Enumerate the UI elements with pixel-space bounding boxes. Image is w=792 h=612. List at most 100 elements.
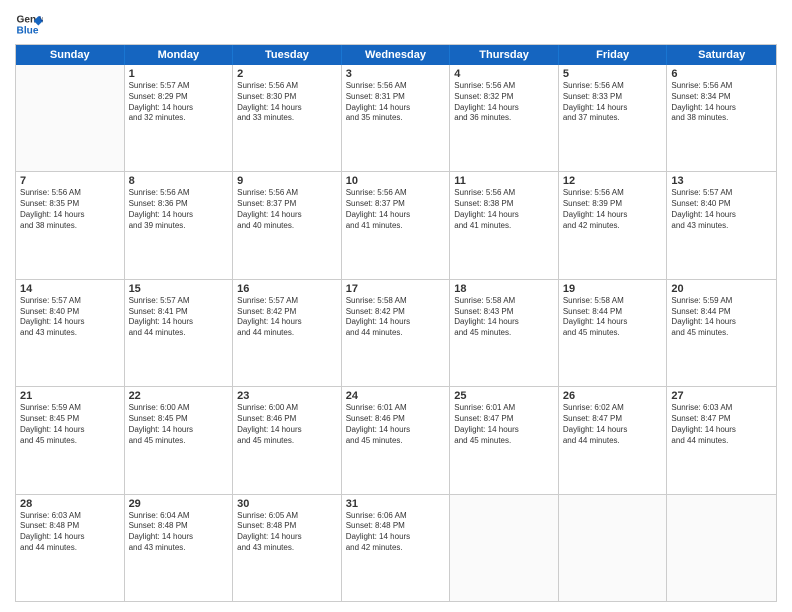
- day-number: 28: [20, 498, 120, 510]
- calendar-row-2: 14Sunrise: 5:57 AMSunset: 8:40 PMDayligh…: [16, 280, 776, 387]
- cell-line: Sunrise: 6:01 AM: [346, 403, 446, 414]
- cell-line: Sunset: 8:32 PM: [454, 92, 554, 103]
- cell-line: Sunrise: 5:56 AM: [346, 188, 446, 199]
- calendar-cell: 7Sunrise: 5:56 AMSunset: 8:35 PMDaylight…: [16, 172, 125, 278]
- day-number: 10: [346, 175, 446, 187]
- cell-line: and 43 minutes.: [129, 543, 229, 554]
- day-number: 20: [671, 283, 772, 295]
- cell-line: Sunrise: 5:56 AM: [563, 188, 663, 199]
- calendar-row-3: 21Sunrise: 5:59 AMSunset: 8:45 PMDayligh…: [16, 387, 776, 494]
- calendar-cell: 3Sunrise: 5:56 AMSunset: 8:31 PMDaylight…: [342, 65, 451, 171]
- cell-line: Sunset: 8:39 PM: [563, 199, 663, 210]
- day-number: 9: [237, 175, 337, 187]
- calendar-cell: 24Sunrise: 6:01 AMSunset: 8:46 PMDayligh…: [342, 387, 451, 493]
- cell-line: Daylight: 14 hours: [346, 317, 446, 328]
- cell-line: Daylight: 14 hours: [346, 425, 446, 436]
- cell-line: Sunrise: 5:57 AM: [129, 296, 229, 307]
- cell-line: Sunrise: 6:03 AM: [20, 511, 120, 522]
- calendar-cell: 9Sunrise: 5:56 AMSunset: 8:37 PMDaylight…: [233, 172, 342, 278]
- cell-line: Daylight: 14 hours: [346, 532, 446, 543]
- cell-line: Sunset: 8:31 PM: [346, 92, 446, 103]
- cell-line: Sunset: 8:47 PM: [454, 414, 554, 425]
- cell-line: and 43 minutes.: [20, 328, 120, 339]
- cell-line: Sunset: 8:42 PM: [346, 307, 446, 318]
- cell-line: Sunset: 8:45 PM: [20, 414, 120, 425]
- calendar-body: 1Sunrise: 5:57 AMSunset: 8:29 PMDaylight…: [16, 65, 776, 601]
- day-number: 11: [454, 175, 554, 187]
- cell-line: Sunset: 8:43 PM: [454, 307, 554, 318]
- header-day-friday: Friday: [559, 45, 668, 65]
- cell-line: Sunrise: 5:56 AM: [237, 81, 337, 92]
- cell-line: and 44 minutes.: [671, 436, 772, 447]
- cell-line: Daylight: 14 hours: [454, 103, 554, 114]
- cell-line: Sunset: 8:30 PM: [237, 92, 337, 103]
- cell-line: Sunrise: 6:06 AM: [346, 511, 446, 522]
- cell-line: and 44 minutes.: [20, 543, 120, 554]
- header-day-wednesday: Wednesday: [342, 45, 451, 65]
- day-number: 31: [346, 498, 446, 510]
- logo: General Blue: [15, 10, 43, 38]
- cell-line: Daylight: 14 hours: [129, 210, 229, 221]
- cell-line: Sunrise: 5:57 AM: [671, 188, 772, 199]
- cell-line: Daylight: 14 hours: [237, 425, 337, 436]
- cell-line: Daylight: 14 hours: [129, 532, 229, 543]
- cell-line: and 42 minutes.: [563, 221, 663, 232]
- calendar-cell: 12Sunrise: 5:56 AMSunset: 8:39 PMDayligh…: [559, 172, 668, 278]
- cell-line: Sunrise: 5:58 AM: [563, 296, 663, 307]
- cell-line: and 36 minutes.: [454, 113, 554, 124]
- cell-line: and 45 minutes.: [20, 436, 120, 447]
- cell-line: Sunset: 8:47 PM: [671, 414, 772, 425]
- cell-line: and 45 minutes.: [454, 436, 554, 447]
- cell-line: Daylight: 14 hours: [20, 425, 120, 436]
- cell-line: and 37 minutes.: [563, 113, 663, 124]
- calendar-cell: 30Sunrise: 6:05 AMSunset: 8:48 PMDayligh…: [233, 495, 342, 601]
- calendar-cell: 17Sunrise: 5:58 AMSunset: 8:42 PMDayligh…: [342, 280, 451, 386]
- cell-line: Sunrise: 5:59 AM: [671, 296, 772, 307]
- calendar-cell: 21Sunrise: 5:59 AMSunset: 8:45 PMDayligh…: [16, 387, 125, 493]
- day-number: 13: [671, 175, 772, 187]
- calendar-row-0: 1Sunrise: 5:57 AMSunset: 8:29 PMDaylight…: [16, 65, 776, 172]
- calendar-row-1: 7Sunrise: 5:56 AMSunset: 8:35 PMDaylight…: [16, 172, 776, 279]
- cell-line: and 43 minutes.: [671, 221, 772, 232]
- cell-line: Sunrise: 5:59 AM: [20, 403, 120, 414]
- cell-line: and 40 minutes.: [237, 221, 337, 232]
- cell-line: Sunset: 8:34 PM: [671, 92, 772, 103]
- cell-line: Daylight: 14 hours: [563, 317, 663, 328]
- day-number: 16: [237, 283, 337, 295]
- day-number: 17: [346, 283, 446, 295]
- cell-line: Sunrise: 5:56 AM: [563, 81, 663, 92]
- cell-line: Daylight: 14 hours: [20, 210, 120, 221]
- day-number: 22: [129, 390, 229, 402]
- calendar-cell: 19Sunrise: 5:58 AMSunset: 8:44 PMDayligh…: [559, 280, 668, 386]
- cell-line: Sunrise: 6:01 AM: [454, 403, 554, 414]
- cell-line: Sunset: 8:48 PM: [129, 521, 229, 532]
- cell-line: Sunrise: 5:57 AM: [237, 296, 337, 307]
- header-day-tuesday: Tuesday: [233, 45, 342, 65]
- cell-line: Sunset: 8:40 PM: [20, 307, 120, 318]
- header-day-thursday: Thursday: [450, 45, 559, 65]
- header-day-monday: Monday: [125, 45, 234, 65]
- calendar-cell: 23Sunrise: 6:00 AMSunset: 8:46 PMDayligh…: [233, 387, 342, 493]
- cell-line: Sunset: 8:44 PM: [671, 307, 772, 318]
- calendar-cell: 6Sunrise: 5:56 AMSunset: 8:34 PMDaylight…: [667, 65, 776, 171]
- cell-line: Daylight: 14 hours: [563, 103, 663, 114]
- cell-line: Daylight: 14 hours: [563, 210, 663, 221]
- cell-line: Sunrise: 5:57 AM: [129, 81, 229, 92]
- cell-line: and 44 minutes.: [563, 436, 663, 447]
- calendar-row-4: 28Sunrise: 6:03 AMSunset: 8:48 PMDayligh…: [16, 495, 776, 601]
- cell-line: Daylight: 14 hours: [237, 103, 337, 114]
- cell-line: and 39 minutes.: [129, 221, 229, 232]
- header-day-saturday: Saturday: [667, 45, 776, 65]
- cell-line: Daylight: 14 hours: [671, 103, 772, 114]
- day-number: 24: [346, 390, 446, 402]
- calendar-cell: [16, 65, 125, 171]
- day-number: 8: [129, 175, 229, 187]
- calendar-cell: 31Sunrise: 6:06 AMSunset: 8:48 PMDayligh…: [342, 495, 451, 601]
- cell-line: and 42 minutes.: [346, 543, 446, 554]
- cell-line: Sunset: 8:48 PM: [20, 521, 120, 532]
- cell-line: Sunrise: 5:56 AM: [20, 188, 120, 199]
- cell-line: Daylight: 14 hours: [20, 317, 120, 328]
- day-number: 21: [20, 390, 120, 402]
- calendar-cell: 29Sunrise: 6:04 AMSunset: 8:48 PMDayligh…: [125, 495, 234, 601]
- cell-line: Sunset: 8:35 PM: [20, 199, 120, 210]
